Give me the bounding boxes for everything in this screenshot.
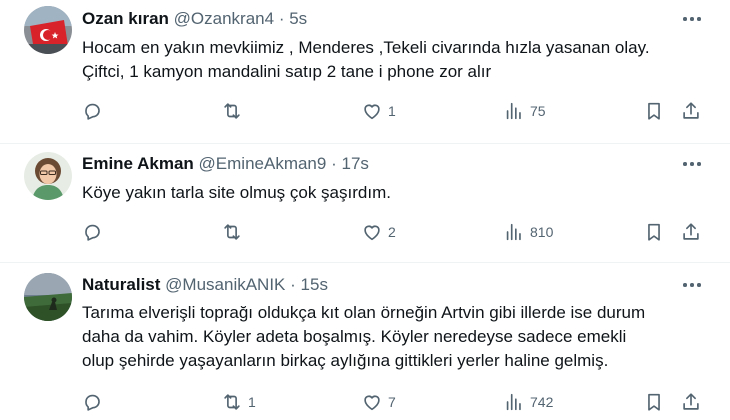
- repost-button[interactable]: [221, 220, 248, 244]
- tweet-text: Hocam en yakın mevkiimiz , Menderes ,Tek…: [82, 38, 650, 81]
- tweet-text: Tarıma elverişli toprağı oldukça kıt ola…: [82, 303, 646, 370]
- repost-button[interactable]: [221, 99, 248, 123]
- author-handle[interactable]: @EmineAkman9: [199, 154, 327, 173]
- share-icon: [680, 100, 702, 122]
- like-button[interactable]: 1: [361, 99, 396, 123]
- repost-count: 1: [248, 394, 256, 410]
- avatar[interactable]: [24, 273, 72, 321]
- reply-icon: [81, 221, 103, 243]
- reply-button[interactable]: [81, 390, 108, 414]
- reply-button[interactable]: [81, 99, 108, 123]
- tweet-actions: 2 810: [0, 220, 730, 244]
- share-button[interactable]: [680, 220, 702, 244]
- avatar[interactable]: [24, 152, 72, 200]
- bookmark-icon: [643, 100, 665, 122]
- tweet-actions: 1 7 742: [0, 390, 730, 414]
- repost-icon: [221, 221, 243, 243]
- tweet[interactable]: Ozan kıran @Ozankran4 · 5s Hocam en yakı…: [0, 0, 730, 143]
- views-button[interactable]: 75: [503, 99, 546, 123]
- tweet[interactable]: Emine Akman @EmineAkman9 · 17s Köye yakı…: [0, 144, 730, 262]
- author-handle[interactable]: @MusanikANIK: [165, 275, 285, 294]
- author-name[interactable]: Naturalist: [82, 275, 160, 294]
- like-icon: [361, 100, 383, 122]
- avatar[interactable]: [24, 6, 72, 54]
- timestamp[interactable]: 5s: [289, 9, 307, 28]
- share-button[interactable]: [680, 390, 702, 414]
- tweet-actions: 1 75: [0, 99, 730, 123]
- bookmark-icon: [643, 221, 665, 243]
- timestamp[interactable]: 17s: [341, 154, 368, 173]
- repost-icon: [221, 100, 243, 122]
- tweet-header: Naturalist @MusanikANIK · 15s: [82, 275, 328, 295]
- views-button[interactable]: 810: [503, 220, 553, 244]
- tweet-header: Ozan kıran @Ozankran4 · 5s: [82, 9, 307, 29]
- view-count: 75: [530, 103, 546, 119]
- repost-button[interactable]: 1: [221, 390, 256, 414]
- like-count: 7: [388, 394, 396, 410]
- share-icon: [680, 391, 702, 413]
- reply-icon: [81, 391, 103, 413]
- bookmark-button[interactable]: [643, 99, 665, 123]
- view-count: 810: [530, 224, 554, 240]
- like-button[interactable]: 2: [361, 220, 396, 244]
- timestamp[interactable]: 15s: [301, 275, 328, 294]
- more-icon[interactable]: [680, 275, 704, 295]
- more-icon[interactable]: [680, 154, 704, 174]
- tweet[interactable]: Naturalist @MusanikANIK · 15s Tarıma elv…: [0, 263, 730, 420]
- bookmark-icon: [643, 391, 665, 413]
- author-name[interactable]: Ozan kıran: [82, 9, 169, 28]
- reply-icon: [81, 100, 103, 122]
- tweet-header: Emine Akman @EmineAkman9 · 17s: [82, 154, 369, 174]
- views-icon: [503, 391, 525, 413]
- author-handle[interactable]: @Ozankran4: [174, 9, 274, 28]
- author-name[interactable]: Emine Akman: [82, 154, 194, 173]
- bookmark-button[interactable]: [643, 390, 665, 414]
- views-button[interactable]: 742: [503, 390, 553, 414]
- separator-dot: ·: [331, 154, 337, 173]
- repost-icon: [221, 391, 243, 413]
- like-count: 1: [388, 103, 396, 119]
- like-button[interactable]: 7: [361, 390, 396, 414]
- separator-dot: ·: [278, 9, 285, 28]
- like-icon: [361, 391, 383, 413]
- reply-button[interactable]: [81, 220, 108, 244]
- tweet-text: Köye yakın tarla site olmuş çok şaşırdım…: [82, 183, 391, 202]
- view-count: 742: [530, 394, 554, 410]
- bookmark-button[interactable]: [643, 220, 665, 244]
- share-button[interactable]: [680, 99, 702, 123]
- like-icon: [361, 221, 383, 243]
- views-icon: [503, 100, 525, 122]
- share-icon: [680, 221, 702, 243]
- more-icon[interactable]: [680, 9, 704, 29]
- separator-dot: ·: [290, 275, 296, 294]
- like-count: 2: [388, 224, 396, 240]
- views-icon: [503, 221, 525, 243]
